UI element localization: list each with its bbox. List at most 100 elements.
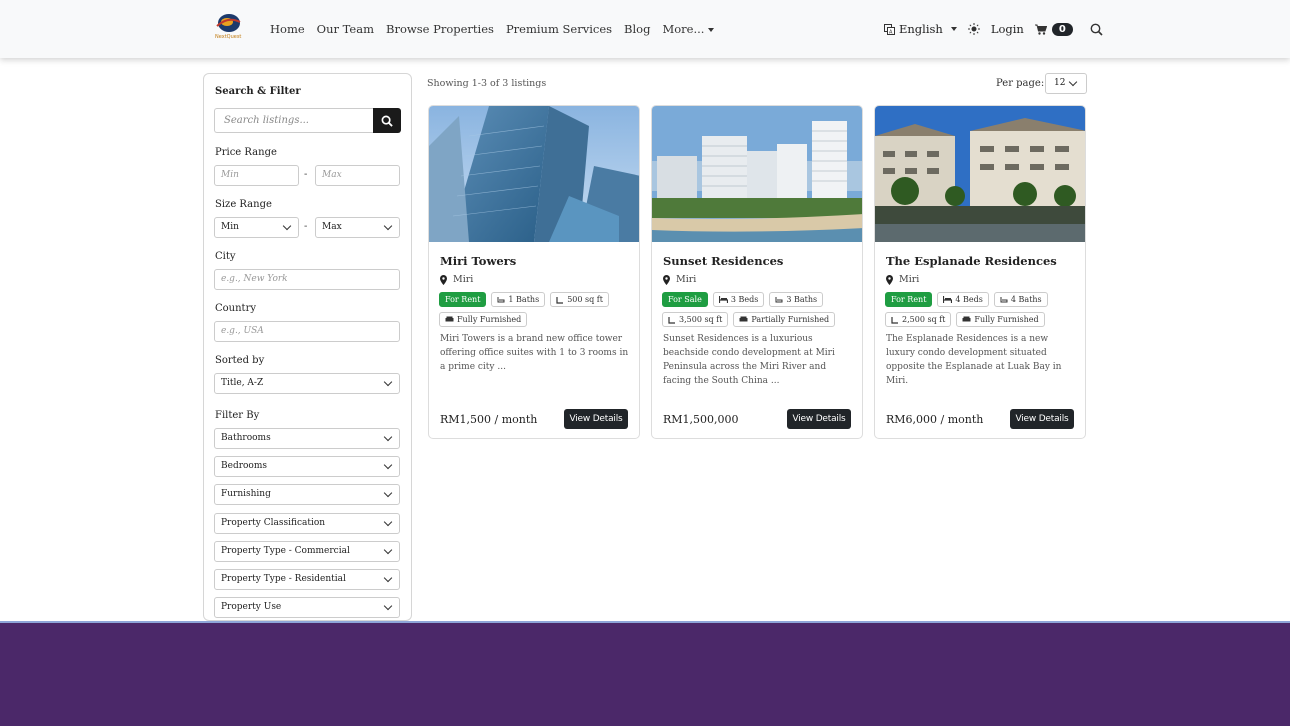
filter-furnishing-select[interactable]: Furnishing xyxy=(214,484,400,505)
login-link[interactable]: Login xyxy=(991,22,1024,36)
listing-description: Sunset Residences is a luxurious beachsi… xyxy=(663,334,835,386)
listing-photo[interactable] xyxy=(875,106,1086,242)
caret-down-icon xyxy=(708,28,715,32)
nav-blog[interactable]: Blog xyxy=(624,22,650,36)
listing-card[interactable]: The Esplanade Residences Miri For Rent 4… xyxy=(874,105,1086,439)
range-separator: - xyxy=(304,221,308,232)
range-separator: - xyxy=(304,169,308,180)
size-tag: 500 sq ft xyxy=(550,292,609,307)
cart-icon xyxy=(1034,24,1047,35)
sofa-icon xyxy=(962,316,971,322)
chevron-down-icon xyxy=(383,460,393,470)
size-min-select[interactable]: Min xyxy=(214,217,299,238)
map-pin-icon xyxy=(886,274,893,285)
caret-down-icon xyxy=(950,27,957,31)
sort-value: Title, A-Z xyxy=(221,378,264,388)
chevron-down-icon xyxy=(383,573,393,583)
language-dropdown[interactable]: A English xyxy=(884,22,957,36)
nav-our-team[interactable]: Our Team xyxy=(317,22,374,36)
nav-home[interactable]: Home xyxy=(270,22,305,36)
listing-tags: For Sale 3 Beds 3 Baths xyxy=(662,292,824,307)
footer xyxy=(0,621,1290,726)
listing-photo[interactable] xyxy=(652,106,863,242)
baths-tag-text: 3 Baths xyxy=(786,295,818,304)
status-badge: For Rent xyxy=(439,292,487,307)
baths-tag-text: 1 Baths xyxy=(508,295,540,304)
search-icon xyxy=(381,115,393,127)
status-badge: For Sale xyxy=(662,292,708,307)
size-max-value: Max xyxy=(322,222,342,232)
search-input[interactable]: Search listings... xyxy=(214,108,373,133)
price-max-input[interactable]: Max xyxy=(315,165,400,186)
ruler-icon xyxy=(668,316,675,324)
search-icon[interactable] xyxy=(1090,23,1103,36)
listing-location: Miri xyxy=(663,274,696,285)
size-range-label: Size Range xyxy=(215,199,272,210)
filter-label: Property Type - Residential xyxy=(221,574,346,584)
listing-card[interactable]: Miri Towers Miri For Rent 1 Baths 500 sq… xyxy=(428,105,640,439)
beds-tag: 3 Beds xyxy=(712,292,765,307)
listing-title[interactable]: Miri Towers xyxy=(440,254,516,268)
cart-button[interactable]: 0 xyxy=(1034,22,1073,36)
filter-type-residential-select[interactable]: Property Type - Residential xyxy=(214,569,400,590)
search-button[interactable] xyxy=(373,108,401,133)
svg-text:A: A xyxy=(889,29,893,35)
listing-photo[interactable] xyxy=(429,106,640,242)
map-pin-icon xyxy=(663,274,670,285)
nav-premium-services[interactable]: Premium Services xyxy=(506,22,612,36)
chevron-down-icon xyxy=(383,545,393,555)
view-details-button[interactable]: View Details xyxy=(564,409,628,429)
beds-tag-text: 4 Beds xyxy=(955,295,983,304)
furnishing-tag-text: Fully Furnished xyxy=(974,315,1039,324)
bath-icon xyxy=(775,296,783,302)
filter-use-select[interactable]: Property Use xyxy=(214,597,400,618)
filter-bathrooms-select[interactable]: Bathrooms xyxy=(214,428,400,449)
size-tag-text: 3,500 sq ft xyxy=(679,315,723,324)
listing-search: Search listings... xyxy=(214,108,401,133)
chevron-down-icon xyxy=(383,517,393,527)
listing-card[interactable]: Sunset Residences Miri For Sale 3 Beds 3… xyxy=(651,105,863,439)
listing-description: Miri Towers is a brand new office tower … xyxy=(440,334,629,372)
sidebar-title: Search & Filter xyxy=(215,86,301,97)
sun-icon[interactable] xyxy=(967,23,980,35)
per-page-select[interactable]: 12 xyxy=(1045,73,1087,94)
furnishing-tag-text: Fully Furnished xyxy=(457,315,522,324)
filter-type-commercial-select[interactable]: Property Type - Commercial xyxy=(214,541,400,562)
filter-label: Bathrooms xyxy=(221,433,271,443)
filter-classification-select[interactable]: Property Classification xyxy=(214,513,400,534)
view-details-button[interactable]: View Details xyxy=(787,409,851,429)
nav-right: A English Login 0 xyxy=(884,0,1103,58)
size-max-select[interactable]: Max xyxy=(315,217,400,238)
beds-tag-text: 3 Beds xyxy=(730,295,759,304)
filter-label: Property Classification xyxy=(221,518,326,528)
country-input[interactable]: e.g., USA xyxy=(214,321,400,342)
furnishing-tag-text: Partially Furnished xyxy=(751,315,830,324)
main-nav: Home Our Team Browse Properties Premium … xyxy=(270,0,715,58)
chevron-down-icon xyxy=(282,221,292,231)
listing-title[interactable]: Sunset Residences xyxy=(663,254,783,268)
listing-title[interactable]: The Esplanade Residences xyxy=(886,254,1057,268)
language-label: English xyxy=(899,22,943,36)
filter-bedrooms-select[interactable]: Bedrooms xyxy=(214,456,400,477)
bath-icon xyxy=(1000,296,1008,302)
per-page-label: Per page: xyxy=(996,78,1045,89)
chevron-down-icon xyxy=(383,377,393,387)
filter-by-label: Filter By xyxy=(215,410,260,421)
price-min-input[interactable]: Min xyxy=(214,165,299,186)
listing-description: The Esplanade Residences is a new luxury… xyxy=(886,334,1062,386)
nav-more-label: More... xyxy=(662,22,705,36)
listing-price: RM6,000 / month xyxy=(886,413,984,426)
listing-tags: Fully Furnished xyxy=(439,312,528,327)
brand-logo[interactable]: NextQuest xyxy=(213,12,243,40)
sort-label: Sorted by xyxy=(215,355,265,366)
city-input[interactable]: e.g., New York xyxy=(214,269,400,290)
nav-more-dropdown[interactable]: More... xyxy=(662,22,715,36)
listing-price: RM1,500 / month xyxy=(440,413,538,426)
chevron-down-icon xyxy=(383,221,393,231)
navbar: NextQuest Home Our Team Browse Propertie… xyxy=(0,0,1290,58)
beds-tag: 4 Beds xyxy=(937,292,989,307)
baths-tag: 3 Baths xyxy=(769,292,824,307)
nav-browse-properties[interactable]: Browse Properties xyxy=(386,22,494,36)
sort-select[interactable]: Title, A-Z xyxy=(214,373,400,394)
view-details-button[interactable]: View Details xyxy=(1010,409,1074,429)
